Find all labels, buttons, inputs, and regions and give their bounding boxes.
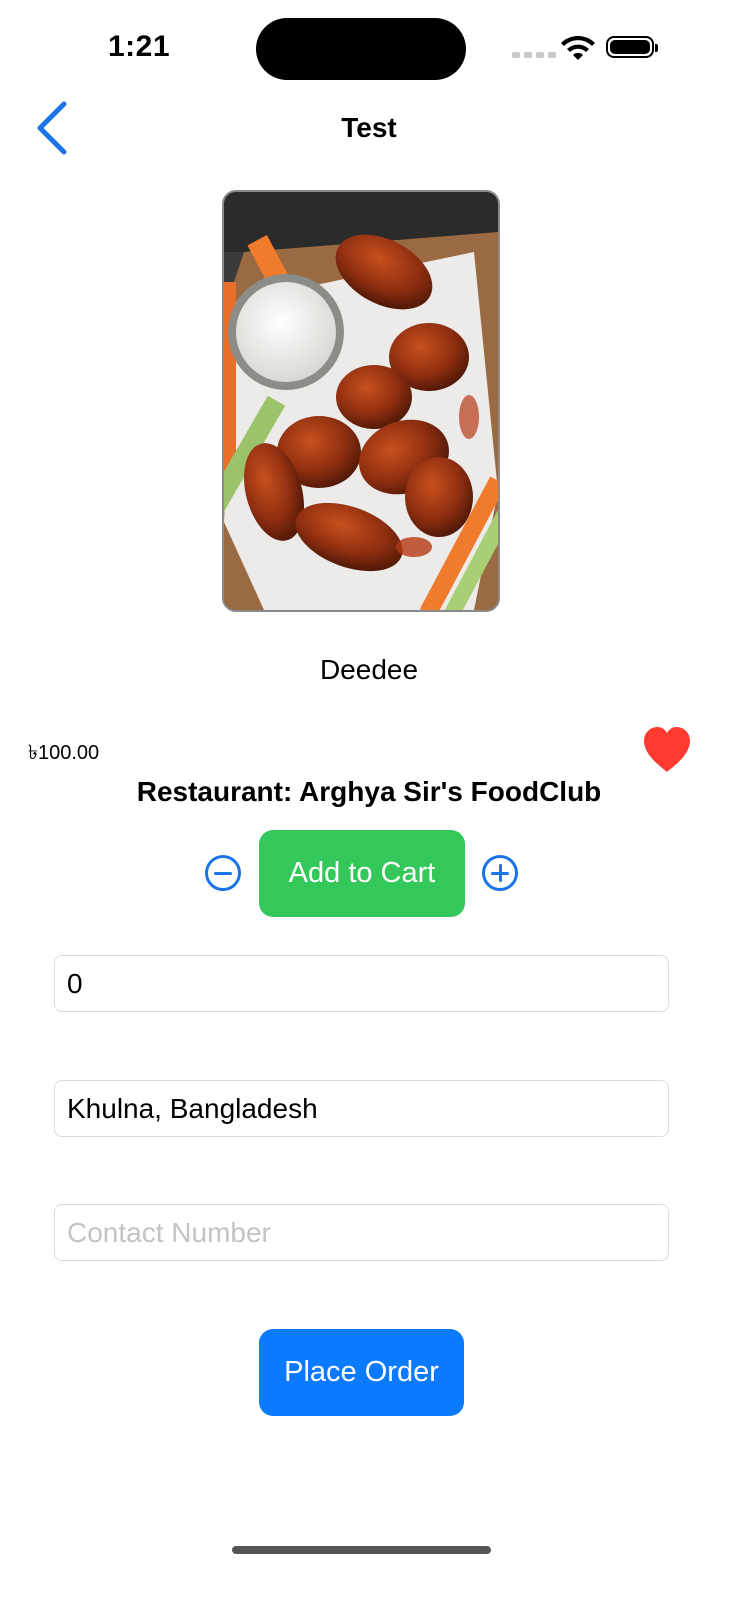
plus-circle-icon[interactable]: [482, 855, 518, 891]
battery-icon: [606, 36, 658, 58]
chicken-wings-illustration: [224, 192, 498, 610]
minus-circle-icon[interactable]: [205, 855, 241, 891]
contact-number-field[interactable]: [54, 1204, 669, 1261]
wifi-icon: [561, 36, 595, 60]
product-price: ৳100.00: [28, 742, 100, 764]
quantity-field[interactable]: [54, 955, 669, 1012]
home-indicator[interactable]: [232, 1546, 491, 1554]
heart-icon[interactable]: [642, 726, 692, 774]
page-title: Test: [341, 112, 397, 143]
cellular-signal-icon: [512, 52, 556, 58]
place-order-button[interactable]: Place Order: [259, 1329, 464, 1416]
add-to-cart-button[interactable]: Add to Cart: [259, 830, 465, 917]
status-time: 1:21: [108, 30, 171, 63]
address-field[interactable]: [54, 1080, 669, 1137]
restaurant-name: Restaurant: Arghya Sir's FoodClub: [136, 776, 602, 807]
dynamic-island: [256, 18, 466, 80]
product-name: Deedee: [319, 654, 419, 685]
product-image: [222, 190, 500, 612]
